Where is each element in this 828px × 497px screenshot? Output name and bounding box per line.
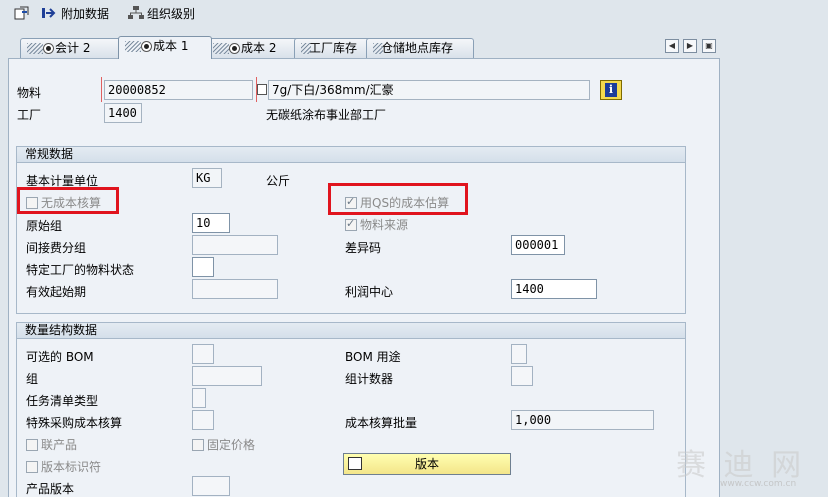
material-field[interactable]: 20000852 xyxy=(104,80,253,100)
material-origin-checkbox[interactable]: 物料来源 xyxy=(345,216,408,233)
group-counter-label: 组计数器 xyxy=(345,372,394,386)
coproduct-checkbox[interactable]: 联产品 xyxy=(26,436,77,453)
base-uom-field[interactable]: KG xyxy=(192,168,222,188)
profit-center-field[interactable]: 1400 xyxy=(511,279,597,299)
group-counter-field[interactable] xyxy=(511,366,533,386)
production-version-label: 产品版本 xyxy=(26,482,75,496)
special-proc-costing-label: 特殊采购成本核算 xyxy=(26,416,123,430)
special-proc-costing-field[interactable] xyxy=(192,410,214,430)
versions-icon xyxy=(348,457,362,470)
valid-from-field[interactable] xyxy=(192,279,278,299)
version-indicator-checkbox[interactable]: 版本标识符 xyxy=(26,458,101,475)
checkbox-label: 联产品 xyxy=(41,438,78,452)
tab-list-button[interactable]: ▣ xyxy=(702,39,716,53)
checkbox-label: 固定价格 xyxy=(207,438,256,452)
tab-grip-icon xyxy=(373,43,383,54)
tab-costing-2[interactable]: 成本 2 xyxy=(206,38,300,58)
alt-bom-label: 可选的 BOM xyxy=(26,350,94,364)
plant-status-field[interactable] xyxy=(192,257,214,277)
tab-status-icon xyxy=(229,43,240,54)
watermark-url: www.ccw.com.cn xyxy=(720,479,797,489)
document-edit-icon xyxy=(14,6,30,20)
group-field[interactable] xyxy=(192,366,262,386)
costing-lot-size-field[interactable]: 1,000 xyxy=(511,410,654,430)
org-structure-toggle-button[interactable] xyxy=(14,4,30,22)
tab-list-icon: ▣ xyxy=(705,41,713,50)
variance-key-field[interactable]: 000001 xyxy=(511,235,565,255)
group-title: 常规数据 xyxy=(17,147,685,163)
tab-grip-icon xyxy=(125,41,141,52)
tab-label: 成本 2 xyxy=(241,41,277,55)
triangle-right-icon: ▶ xyxy=(686,41,694,50)
checkbox-label: 版本标识符 xyxy=(41,460,102,474)
tab-status-icon xyxy=(43,43,54,54)
tab-scroll-right-button[interactable]: ▶ xyxy=(683,39,697,53)
tab-plant-stock[interactable]: 工厂库存 xyxy=(294,38,372,58)
plant-label: 工厂 xyxy=(17,108,42,122)
bom-usage-label: BOM 用途 xyxy=(345,350,401,364)
tab-storage-loc-stock[interactable]: 仓储地点库存 xyxy=(366,38,474,58)
application-toolbar: 附加数据 组织级别 xyxy=(0,0,828,26)
base-uom-text: 公斤 xyxy=(266,174,291,188)
valid-from-label: 有效起始期 xyxy=(26,285,87,299)
info-icon: i xyxy=(605,83,617,97)
overhead-group-label: 间接费分组 xyxy=(26,241,87,255)
hierarchy-icon xyxy=(128,6,144,20)
arrow-right-icon xyxy=(42,6,58,20)
button-label: 版本 xyxy=(414,457,439,471)
fixed-price-checkbox[interactable]: 固定价格 xyxy=(192,436,255,453)
tab-grip-icon xyxy=(301,43,311,54)
watermark: 赛 迪 网 xyxy=(676,448,806,483)
version-button[interactable]: 版本 xyxy=(343,453,511,475)
production-version-field[interactable] xyxy=(192,476,230,496)
checkbox-box xyxy=(345,217,357,231)
tab-grip-icon xyxy=(27,43,43,54)
tab-label: 工厂库存 xyxy=(309,41,358,55)
overhead-group-field[interactable] xyxy=(192,235,278,255)
highlight-box xyxy=(17,187,119,214)
checkbox-label: 物料来源 xyxy=(360,218,409,232)
tab-grip-icon xyxy=(213,43,229,54)
group-title: 数量结构数据 xyxy=(17,323,685,339)
plant-status-label: 特定工厂的物料状态 xyxy=(26,263,135,277)
plant-field[interactable]: 1400 xyxy=(104,103,142,123)
alt-bom-field[interactable] xyxy=(192,344,214,364)
org-levels-label: 组织级别 xyxy=(147,6,196,21)
origin-group-field[interactable]: 10 xyxy=(192,213,230,233)
info-button[interactable]: i xyxy=(600,80,622,100)
tab-accounting-2[interactable]: 会计 2 xyxy=(20,38,124,58)
task-list-type-field[interactable] xyxy=(192,388,206,408)
profit-center-label: 利润中心 xyxy=(345,285,394,299)
tab-status-icon xyxy=(141,41,152,52)
checkbox-box xyxy=(26,438,38,451)
additional-data-label: 附加数据 xyxy=(61,6,110,21)
copy-icon xyxy=(257,84,267,95)
material-description-field[interactable]: 7g/下白/368mm/汇豪 xyxy=(268,80,590,100)
material-label: 物料 xyxy=(17,86,42,100)
tab-label: 会计 2 xyxy=(55,41,91,55)
variance-key-label: 差异码 xyxy=(345,241,382,255)
triangle-left-icon: ◀ xyxy=(668,41,676,50)
additional-data-button[interactable]: 附加数据 xyxy=(42,4,109,22)
checkbox-box xyxy=(192,438,204,451)
tab-scroll-left-button[interactable]: ◀ xyxy=(665,39,679,53)
plant-description: 无碳纸涂布事业部工厂 xyxy=(266,108,387,122)
tab-label: 仓储地点库存 xyxy=(381,41,454,55)
bom-usage-field[interactable] xyxy=(511,344,527,364)
highlight-box xyxy=(328,183,468,215)
costing-lot-size-label: 成本核算批量 xyxy=(345,416,418,430)
org-levels-button[interactable]: 组织级别 xyxy=(128,4,195,22)
checkbox-box xyxy=(26,460,38,473)
tab-costing-1[interactable]: 成本 1 xyxy=(118,36,212,59)
group-label: 组 xyxy=(26,372,39,386)
tab-label: 成本 1 xyxy=(153,39,189,53)
origin-group-label: 原始组 xyxy=(26,219,63,233)
task-list-type-label: 任务清单类型 xyxy=(26,394,99,408)
